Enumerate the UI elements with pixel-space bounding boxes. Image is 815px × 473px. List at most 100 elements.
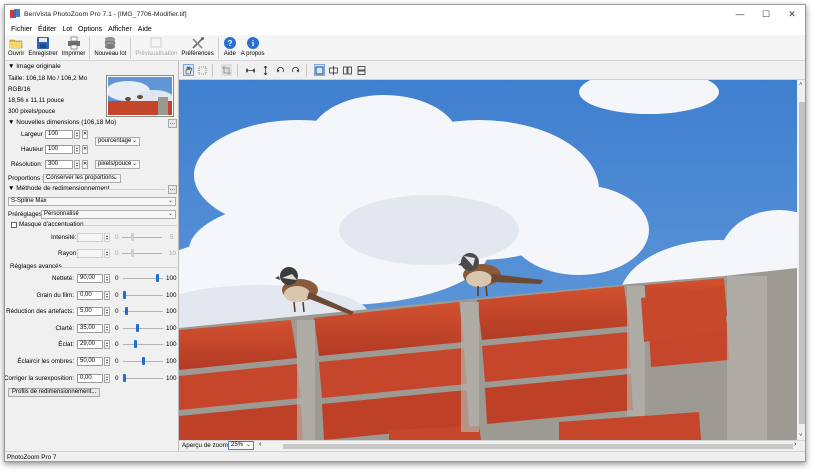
advanced-row-input[interactable]: 90,00 [77, 274, 103, 283]
hand-tool-button[interactable] [183, 64, 194, 76]
advanced-row-input[interactable]: 50,00 [77, 357, 103, 366]
advanced-row-spinner[interactable] [104, 291, 110, 300]
menu-aide[interactable]: Aide [135, 26, 155, 33]
advanced-row-slider[interactable] [134, 340, 137, 348]
rotate-right-button[interactable] [290, 64, 301, 76]
new-batch-button[interactable]: Nouveau lot [92, 35, 128, 57]
minimize-button[interactable]: — [727, 5, 753, 23]
advanced-row-spinner[interactable] [104, 374, 110, 383]
advanced-row-slider[interactable] [136, 324, 139, 332]
maximize-button[interactable]: ☐ [753, 5, 779, 23]
settings-panel: ▼ Image originale Taille: 106,18 Mo / 10… [5, 61, 179, 451]
advanced-row-input[interactable]: 35,00 [77, 324, 103, 333]
menu-afficher[interactable]: Afficher [105, 26, 135, 33]
proportions-select[interactable]: Conserver les proportions ⌄ [43, 174, 121, 183]
menu-options[interactable]: Options [75, 26, 105, 33]
menu-fichier[interactable]: Fichier [8, 26, 35, 33]
advanced-row-spinner[interactable] [104, 307, 110, 316]
advanced-row-input[interactable]: 0,00 [77, 374, 103, 383]
radius-slider[interactable] [131, 249, 134, 257]
radius-max: 10 [169, 250, 177, 257]
split-view-icon [329, 65, 338, 75]
rotate-left-button[interactable] [275, 64, 286, 76]
advanced-row-max: 100 [166, 341, 177, 348]
save-label: Enregistrer [28, 51, 58, 57]
resolution-unit-select[interactable]: pixels/pouce ⌄ [95, 160, 140, 169]
unsharp-mask-checkbox[interactable] [11, 222, 17, 228]
zoom-select[interactable]: 25% ⌄ [228, 441, 254, 450]
advanced-row-slider[interactable] [125, 307, 128, 315]
advanced-row-min: 0 [115, 358, 119, 365]
original-image-header[interactable]: ▼ Image originale [8, 63, 61, 70]
horizontal-scroll-thumb[interactable] [283, 444, 793, 449]
intensity-slider[interactable] [131, 233, 134, 241]
advanced-row-slider[interactable] [142, 357, 145, 365]
advanced-row-spinner[interactable] [104, 340, 110, 349]
intensity-spinner[interactable] [104, 233, 110, 242]
width-input[interactable]: 100 [45, 130, 73, 139]
advanced-row-slider[interactable] [123, 291, 126, 299]
intensity-input[interactable] [77, 233, 103, 242]
scroll-left-icon[interactable]: ‹ [259, 441, 261, 448]
menu-editer[interactable]: Éditer [35, 26, 59, 33]
advanced-row-slider[interactable] [156, 274, 159, 282]
advanced-row-slider-track [123, 378, 163, 379]
new-batch-label: Nouveau lot [94, 51, 127, 57]
scroll-right-icon[interactable]: › [794, 441, 796, 448]
scroll-up-icon[interactable]: ˄ [799, 82, 803, 88]
vertical-scroll-thumb[interactable] [799, 102, 805, 424]
new-dimensions-header[interactable]: ▼ Nouvelles dimensions (106,18 Mo) [8, 119, 116, 126]
thumbnail [106, 75, 174, 117]
zoom-bar: Aperçu de zoom : 25% ⌄ ‹ › [179, 440, 805, 451]
about-button[interactable]: i A propos [239, 35, 267, 57]
open-button[interactable]: Ouvrir [6, 35, 26, 57]
width-link-button[interactable]: ✕ [82, 130, 88, 139]
info-icon: i [246, 37, 259, 49]
side-by-side-button[interactable] [342, 64, 353, 76]
single-view-button[interactable] [314, 64, 325, 76]
method-header[interactable]: ▼ Méthode de redimensionnement [8, 185, 109, 192]
width-spinner[interactable] [74, 130, 80, 139]
toolbar-separator [130, 37, 132, 59]
resolution-link-button[interactable]: ✕ [82, 160, 88, 169]
preview-button[interactable]: Prévisualisation [133, 35, 179, 57]
print-button[interactable]: Imprimer [60, 35, 88, 57]
split-view-button[interactable] [328, 64, 339, 76]
menu-lot[interactable]: Lot [59, 26, 75, 33]
image-preview[interactable] [179, 80, 797, 440]
height-link-button[interactable]: ✕ [82, 145, 88, 154]
radius-input[interactable] [77, 249, 103, 258]
advanced-row-spinner[interactable] [104, 357, 110, 366]
crop-button[interactable] [221, 64, 232, 76]
fit-width-button[interactable] [245, 64, 256, 76]
height-spinner[interactable] [74, 145, 80, 154]
vertical-scrollbar[interactable]: ˄ ˅ [797, 80, 805, 440]
presets-select[interactable]: Personnalisé ⌄ [41, 210, 176, 219]
close-button[interactable]: ✕ [779, 5, 805, 23]
advanced-row-slider[interactable] [123, 374, 126, 382]
radius-spinner[interactable] [104, 249, 110, 258]
preferences-button[interactable]: Préférences [179, 35, 215, 57]
resolution-spinner[interactable] [74, 160, 80, 169]
chevron-down-icon: ⌄ [112, 175, 118, 181]
thumbnail-more-button[interactable]: … [168, 119, 177, 128]
algorithm-select[interactable]: S-Spline Max ⌄ [8, 197, 176, 206]
crop-select-button[interactable] [197, 64, 208, 76]
resolution-input[interactable]: 300 [45, 160, 73, 169]
save-button[interactable]: Enregistrer [26, 35, 59, 57]
unit-select[interactable]: pourcentage ⌄ [95, 137, 140, 146]
advanced-row-input[interactable]: 5,00 [77, 307, 103, 316]
scroll-down-icon[interactable]: ˅ [799, 433, 803, 439]
chevron-down-icon: ⌄ [245, 442, 251, 448]
fit-height-button[interactable] [260, 64, 271, 76]
advanced-row-input[interactable]: 29,00 [77, 340, 103, 349]
method-more-button[interactable]: … [168, 185, 177, 194]
advanced-row-spinner[interactable] [104, 274, 110, 283]
height-input[interactable]: 100 [45, 145, 73, 154]
toolbar-separator [212, 64, 213, 77]
stacked-view-button[interactable] [356, 64, 367, 76]
help-button[interactable]: ? Aide [221, 35, 239, 57]
advanced-row-input[interactable]: 0,00 [77, 291, 103, 300]
resize-profiles-button[interactable]: Profils de redimensionnement... [8, 388, 101, 397]
advanced-row-spinner[interactable] [104, 324, 110, 333]
